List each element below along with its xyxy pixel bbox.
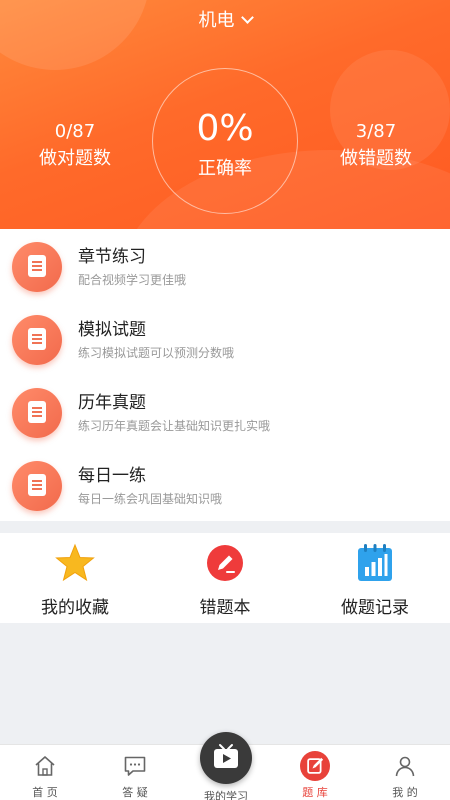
accuracy-value: 0% — [196, 108, 254, 149]
correct-count-label: 做对题数 — [39, 148, 111, 169]
favorites-button[interactable]: 我的收藏 — [0, 533, 150, 623]
menu-item-subtitle: 配合视频学习更佳哦 — [78, 273, 187, 287]
practice-record-button[interactable]: 做题记录 — [300, 533, 450, 623]
wrong-count-value: 3/87 — [355, 121, 397, 142]
tab-my-study[interactable] — [200, 732, 252, 784]
menu-item-title: 历年真题 — [78, 393, 146, 413]
document-icon — [12, 242, 62, 292]
document-icon — [12, 315, 62, 365]
menu-item-chapter-practice[interactable]: 章节练习 配合视频学习更佳哦 — [0, 229, 450, 302]
chevron-down-icon — [240, 11, 254, 24]
chat-icon — [124, 756, 146, 776]
menu-item-title: 每日一练 — [78, 466, 146, 486]
subject-label: 机电 — [198, 10, 235, 31]
menu-item-past-papers[interactable]: 历年真题 练习历年真题会让基础知识更扎实哦 — [0, 375, 450, 448]
wrong-answers-book-button[interactable]: 错题本 — [150, 533, 300, 623]
wrong-count-label: 做错题数 — [340, 148, 412, 169]
menu-item-title: 模拟试题 — [78, 320, 146, 340]
pencil-icon — [207, 545, 243, 581]
menu-item-subtitle: 练习历年真题会让基础知识更扎实哦 — [78, 419, 271, 433]
document-icon — [12, 388, 62, 438]
stats-header: 机电 0/87 做对题数 0% 正确率 3/87 做错题数 — [0, 0, 450, 229]
correct-count-value: 0/87 — [54, 121, 96, 142]
tab-label: 我 的 — [392, 786, 418, 799]
subject-selector[interactable]: 机电 — [0, 6, 450, 32]
menu-item-subtitle: 每日一练会巩固基础知识哦 — [78, 492, 223, 506]
tab-label: 题 库 — [302, 786, 328, 799]
practice-menu: 章节练习 配合视频学习更佳哦 模拟试题 练习模拟试题可以预测分数哦 历年真题 练… — [0, 229, 450, 521]
tools-row: 我的收藏 错题本 做题记录 — [0, 533, 450, 623]
tab-label: 我的学习 — [204, 790, 248, 800]
menu-item-title: 章节练习 — [78, 247, 146, 267]
tab-label: 答 疑 — [122, 786, 148, 799]
user-icon — [395, 756, 415, 777]
tab-label: 首 页 — [32, 786, 58, 799]
tool-label: 错题本 — [199, 598, 251, 618]
menu-item-daily-practice[interactable]: 每日一练 每日一练会巩固基础知识哦 — [0, 448, 450, 521]
edit-icon — [300, 751, 330, 781]
tool-label: 做题记录 — [341, 598, 409, 618]
wrong-count-stat: 3/87 做错题数 — [321, 121, 431, 170]
document-icon — [12, 461, 62, 511]
tool-label: 我的收藏 — [41, 598, 109, 618]
tab-qa[interactable]: 答 疑 — [90, 745, 180, 800]
calendar-chart-icon — [358, 544, 392, 581]
home-icon — [35, 756, 55, 776]
accuracy-label: 正确率 — [198, 158, 252, 179]
correct-count-stat: 0/87 做对题数 — [20, 121, 130, 170]
menu-item-subtitle: 练习模拟试题可以预测分数哦 — [78, 346, 235, 360]
tab-home[interactable]: 首 页 — [0, 745, 90, 800]
play-tv-icon — [214, 744, 238, 768]
tab-question-bank[interactable]: 题 库 — [270, 745, 360, 800]
tab-me[interactable]: 我 的 — [360, 745, 450, 800]
menu-item-mock-exam[interactable]: 模拟试题 练习模拟试题可以预测分数哦 — [0, 302, 450, 375]
star-icon — [55, 543, 95, 582]
